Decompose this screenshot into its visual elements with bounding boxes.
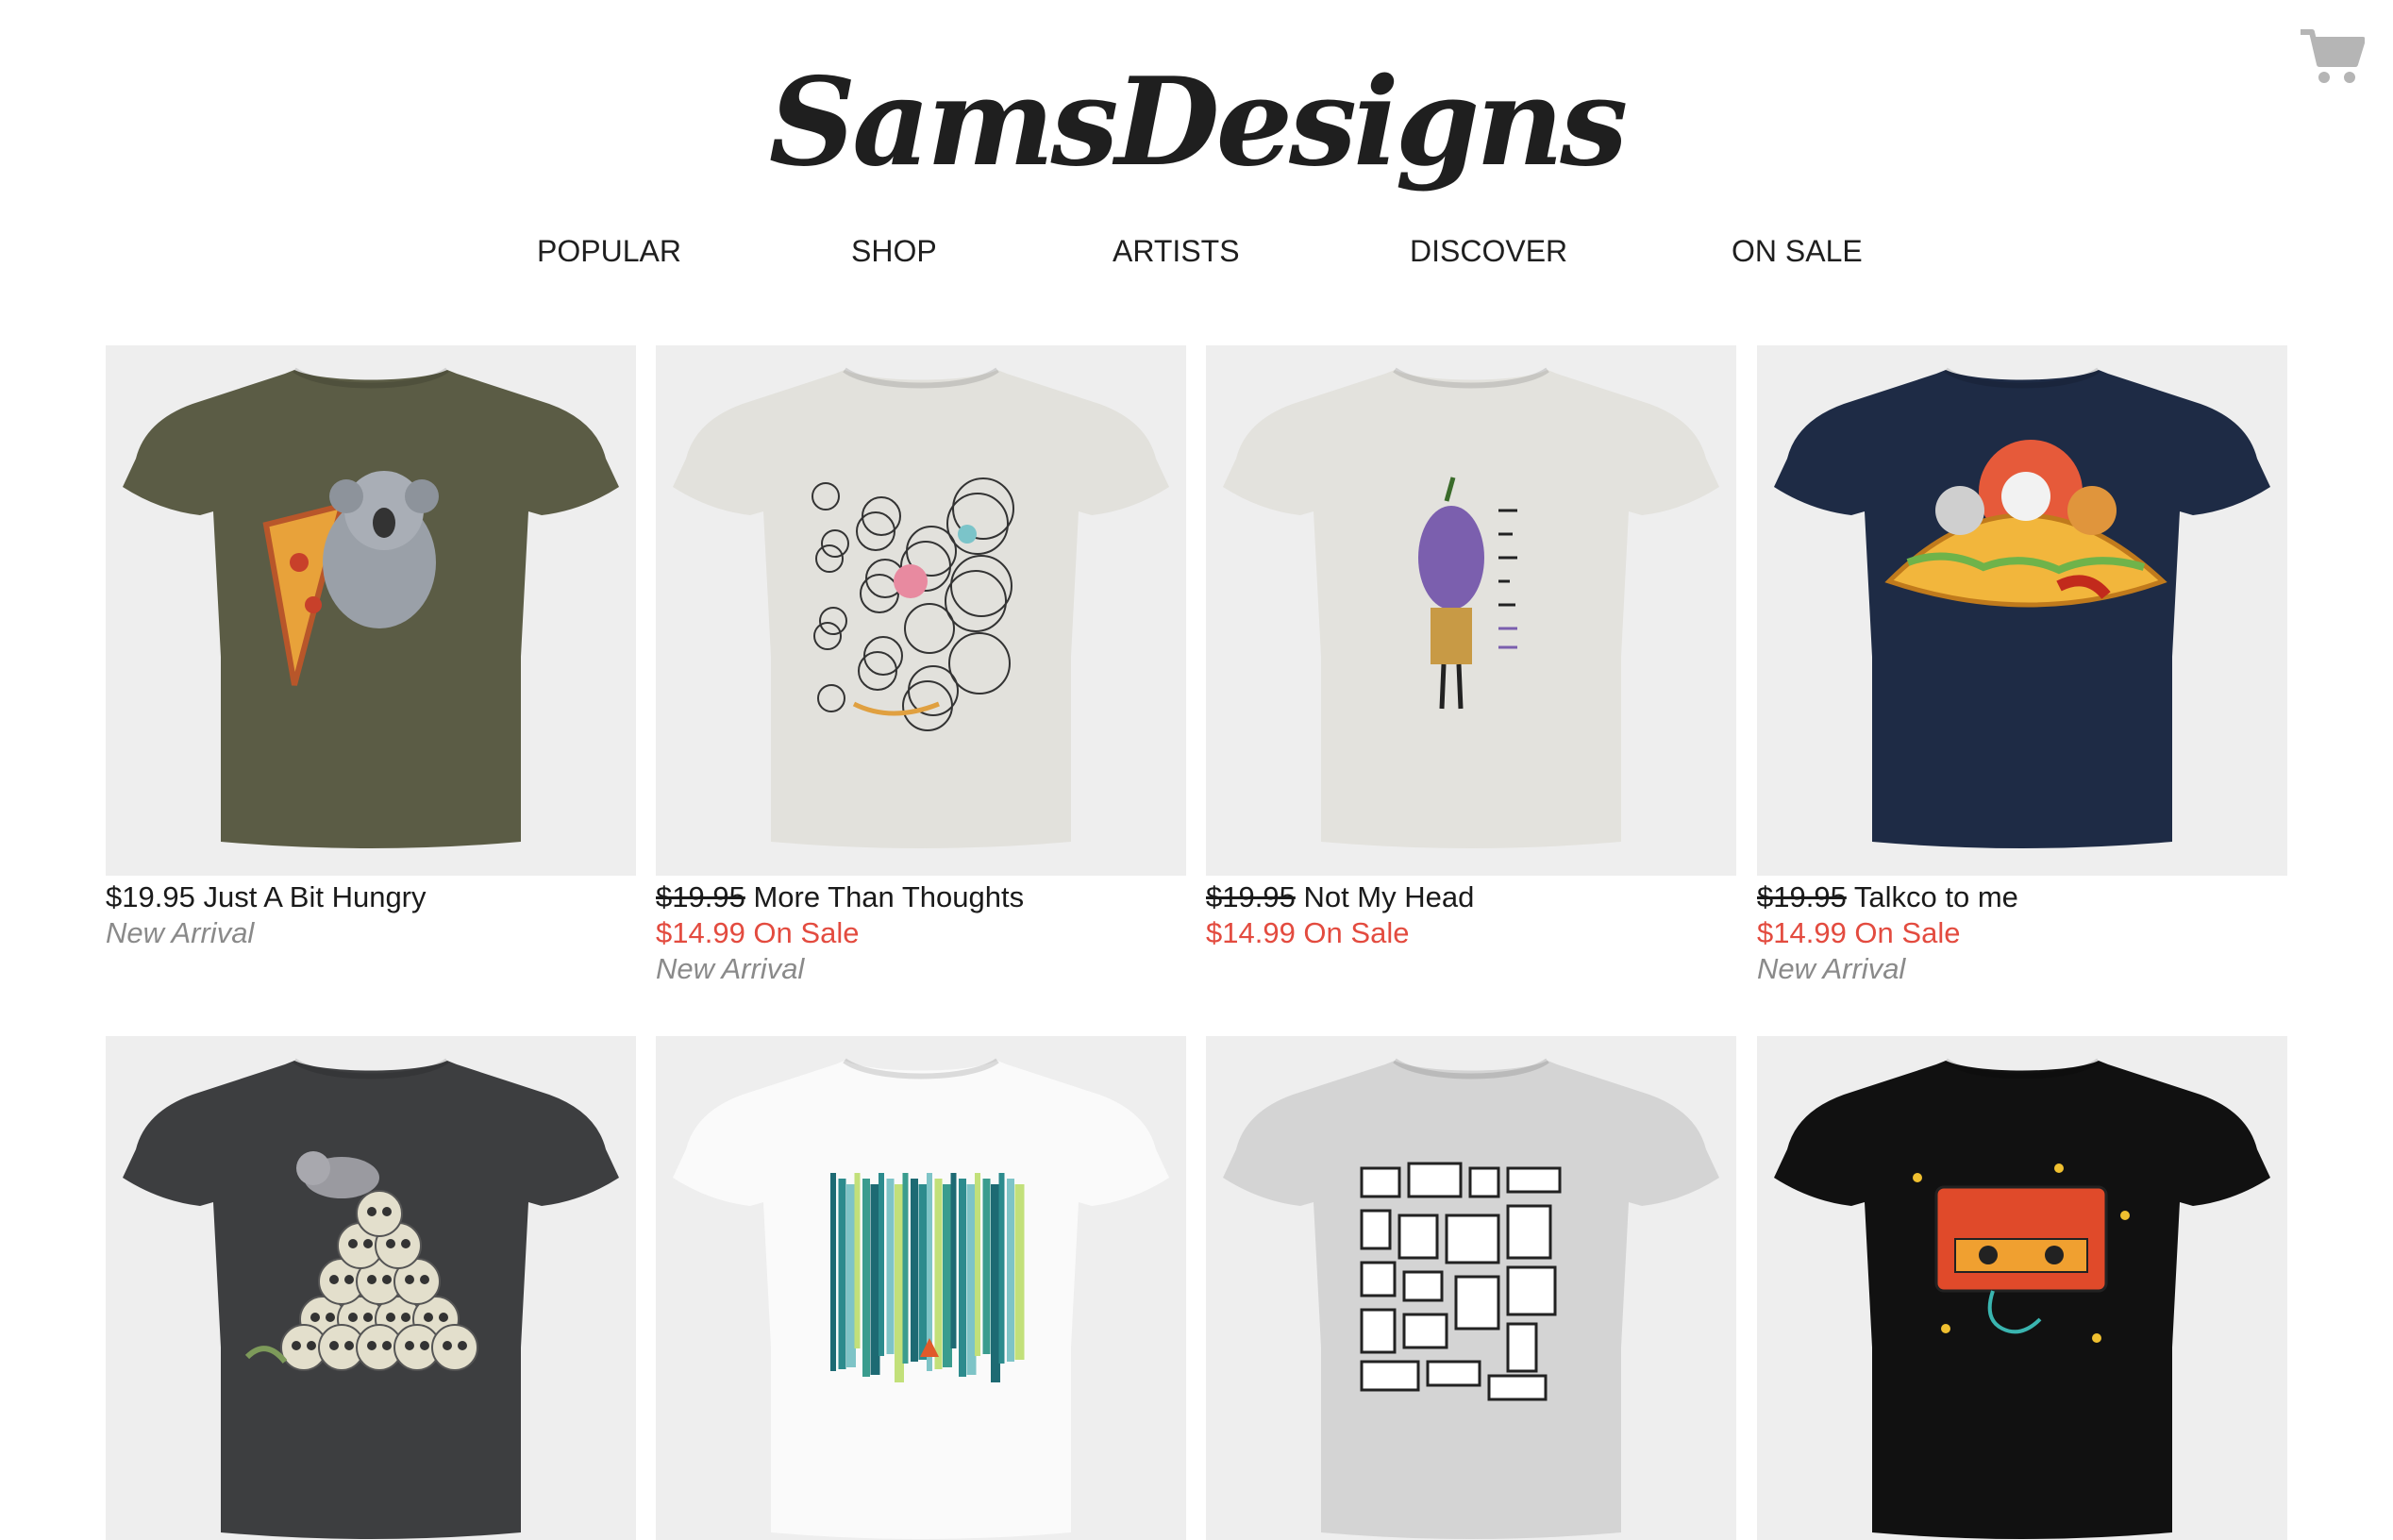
product-image[interactable] — [106, 1036, 636, 1540]
store-page: SamsDesigns POPULAR SHOP ARTISTS DISCOVE… — [0, 0, 2393, 1540]
sale-price: $14.99 On Sale — [1206, 916, 1410, 949]
new-arrival-label: New Arrival — [656, 952, 805, 985]
nav-artists[interactable]: ARTISTS — [1113, 234, 1240, 269]
sale-price: $14.99 On Sale — [1757, 916, 1961, 949]
product-title[interactable]: $19.95 Just A Bit Hungry — [106, 879, 636, 915]
brand-logo[interactable]: SamsDesigns — [0, 38, 2393, 208]
product-image[interactable] — [106, 345, 636, 876]
nav-on-sale[interactable]: ON SALE — [1732, 234, 1863, 269]
main-nav: POPULAR SHOP ARTISTS DISCOVER ON SALE — [0, 234, 2393, 281]
product-title[interactable]: $19.95 More Than Thoughts — [656, 879, 1186, 915]
product-card[interactable]: $19.95 Not My Head $14.99 On Sale — [1206, 345, 1736, 951]
product-name: Just A Bit Hungry — [203, 880, 427, 913]
product-card[interactable] — [106, 1036, 636, 1540]
nav-shop[interactable]: SHOP — [851, 234, 937, 269]
sale-price: $14.99 On Sale — [656, 916, 860, 949]
tshirt-cassette-image — [1774, 1058, 2270, 1539]
product-image[interactable] — [656, 345, 1186, 876]
product-card[interactable] — [1757, 1036, 2287, 1540]
new-arrival-label: New Arrival — [106, 916, 255, 949]
tshirt-forest-image — [673, 1058, 1169, 1539]
new-arrival-label: New Arrival — [1757, 952, 1906, 985]
tshirt-frames-image — [1223, 1058, 1719, 1539]
product-name: Not My Head — [1303, 880, 1475, 913]
tshirt-eggplant-image — [1223, 367, 1719, 848]
product-title[interactable]: $19.95 Not My Head — [1206, 879, 1736, 915]
product-card[interactable]: $19.95 More Than Thoughts $14.99 On Sale… — [656, 345, 1186, 987]
product-card[interactable]: $19.95 Talkco to me $14.99 On Sale New A… — [1757, 345, 2287, 987]
product-image[interactable] — [1206, 345, 1736, 876]
nav-popular[interactable]: POPULAR — [537, 234, 681, 269]
product-card[interactable] — [1206, 1036, 1736, 1540]
original-price: $19.95 — [1757, 880, 1847, 913]
product-name: More Than Thoughts — [753, 880, 1025, 913]
product-name: Talkco to me — [1853, 880, 2018, 913]
product-title[interactable]: $19.95 Talkco to me — [1757, 879, 2287, 915]
product-image[interactable] — [1757, 345, 2287, 876]
product-price: $19.95 — [106, 880, 195, 913]
tshirt-skull-cat-image — [123, 1058, 619, 1539]
original-price: $19.95 — [1206, 880, 1296, 913]
product-card[interactable] — [656, 1036, 1186, 1540]
tshirt-doodle-image — [673, 367, 1169, 848]
tshirt-taco-cats-image — [1774, 367, 2270, 848]
nav-discover[interactable]: DISCOVER — [1410, 234, 1567, 269]
product-image[interactable] — [1757, 1036, 2287, 1540]
product-card[interactable]: $19.95 Just A Bit Hungry New Arrival — [106, 345, 636, 951]
product-image[interactable] — [656, 1036, 1186, 1540]
tshirt-koala-pizza-image — [123, 367, 619, 848]
product-image[interactable] — [1206, 1036, 1736, 1540]
original-price: $19.95 — [656, 880, 745, 913]
